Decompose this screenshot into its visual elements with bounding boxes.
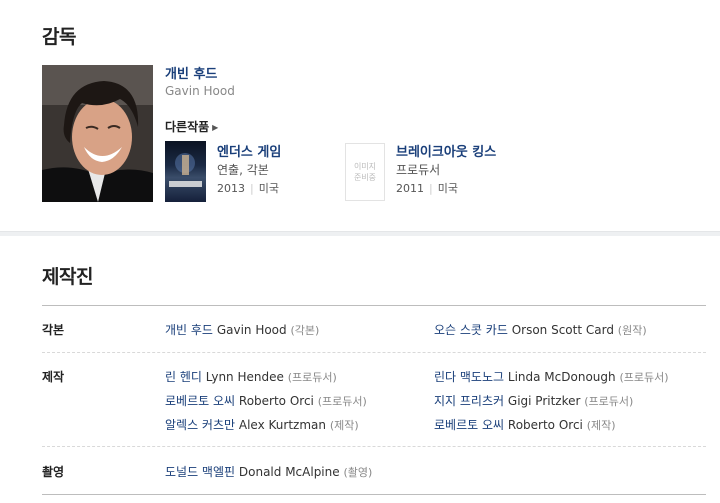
credit-name-ko[interactable]: 로베르토 오씨 xyxy=(434,418,504,432)
credit-role: (촬영) xyxy=(343,466,373,479)
crew-row-label-production: 제작 xyxy=(42,370,65,384)
credit-role: (프로듀서) xyxy=(619,371,669,384)
credit-name-ko[interactable]: 린 헨디 xyxy=(165,370,202,384)
credit-role: (제작) xyxy=(329,419,359,432)
crew-credit: 지지 프리츠커 Gigi Pritzker (프로듀서) xyxy=(434,392,633,409)
director-name-en: Gavin Hood xyxy=(165,84,235,98)
film-title[interactable]: 브레이크아웃 킹스 xyxy=(396,141,496,160)
crew-row-label-cinematography: 촬영 xyxy=(42,465,65,479)
credit-name-en: Orson Scott Card xyxy=(511,323,614,337)
divider: | xyxy=(429,182,433,195)
crew-credit: 린 헨디 Lynn Hendee (프로듀서) xyxy=(165,368,337,385)
credit-name-ko[interactable]: 도널드 맥엘핀 xyxy=(165,465,235,479)
crew-credit: 오슨 스콧 카드 Orson Scott Card (원작) xyxy=(434,321,647,338)
crew-credit: 로베르토 오씨 Roberto Orci (제작) xyxy=(434,416,616,433)
film-country: 미국 xyxy=(258,182,279,195)
credit-name-ko[interactable]: 오슨 스콧 카드 xyxy=(434,323,508,337)
director-photo[interactable] xyxy=(42,65,153,202)
section-divider xyxy=(0,231,720,236)
credit-role: (프로듀서) xyxy=(287,371,337,384)
credit-name-ko[interactable]: 알렉스 커츠만 xyxy=(165,418,235,432)
credit-name-ko[interactable]: 지지 프리츠커 xyxy=(434,394,504,408)
credit-name-en: Alex Kurtzman xyxy=(238,418,326,432)
film-year: 2011 xyxy=(396,182,424,195)
crew-credit: 린다 맥도노그 Linda McDonough (프로듀서) xyxy=(434,368,669,385)
film-role: 연출, 각본 xyxy=(217,163,269,177)
credit-role: (프로듀서) xyxy=(317,395,367,408)
crew-credit: 도널드 맥엘핀 Donald McAlpine (촬영) xyxy=(165,463,372,480)
credit-name-en: Lynn Hendee xyxy=(205,370,284,384)
other-works-link[interactable]: 다른작품 ▶ xyxy=(165,118,218,135)
director-name-ko[interactable]: 개빈 후드 xyxy=(165,63,217,82)
other-works-label: 다른작품 xyxy=(165,120,210,134)
credit-role: (프로듀서) xyxy=(584,395,634,408)
row-divider xyxy=(42,446,706,447)
credit-name-en: Donald McAlpine xyxy=(238,465,340,479)
crew-credit: 로베르토 오씨 Roberto Orci (프로듀서) xyxy=(165,392,367,409)
credit-name-en: Gigi Pritzker xyxy=(507,394,581,408)
crew-table-top-rule xyxy=(42,305,706,306)
director-section-title: 감독 xyxy=(42,26,76,48)
crew-row-label-screenplay: 각본 xyxy=(42,323,65,337)
chevron-right-icon: ▶ xyxy=(212,123,219,132)
crew-table-bottom-rule xyxy=(42,494,706,495)
film-title[interactable]: 엔더스 게임 xyxy=(217,141,281,160)
credit-name-ko[interactable]: 개빈 후드 xyxy=(165,323,213,337)
film-poster-placeholder[interactable]: 이미지 준비중 xyxy=(345,143,385,201)
credit-name-en: Linda McDonough xyxy=(507,370,616,384)
film-country: 미국 xyxy=(437,182,458,195)
credit-name-en: Gavin Hood xyxy=(216,323,287,337)
film-poster[interactable] xyxy=(165,141,206,202)
row-divider xyxy=(42,352,706,353)
film-meta: 2013 | 미국 xyxy=(217,180,279,196)
credit-name-ko[interactable]: 로베르토 오씨 xyxy=(165,394,235,408)
crew-credit: 알렉스 커츠만 Alex Kurtzman (제작) xyxy=(165,416,359,433)
divider: | xyxy=(250,182,254,195)
film-meta: 2011 | 미국 xyxy=(396,180,458,196)
crew-section-title: 제작진 xyxy=(42,266,93,288)
credit-role: (원작) xyxy=(617,324,647,337)
credit-role: (각본) xyxy=(290,324,320,337)
director-portrait-image xyxy=(42,65,153,202)
credit-role: (제작) xyxy=(586,419,616,432)
placeholder-text: 이미지 준비중 xyxy=(353,162,377,182)
credit-name-en: Roberto Orci xyxy=(507,418,583,432)
film-poster-art xyxy=(169,153,202,187)
film-role: 프로듀서 xyxy=(396,163,441,177)
film-year: 2013 xyxy=(217,182,245,195)
credit-name-ko[interactable]: 린다 맥도노그 xyxy=(434,370,504,384)
crew-credit: 개빈 후드 Gavin Hood (각본) xyxy=(165,321,319,338)
credit-name-en: Roberto Orci xyxy=(238,394,314,408)
